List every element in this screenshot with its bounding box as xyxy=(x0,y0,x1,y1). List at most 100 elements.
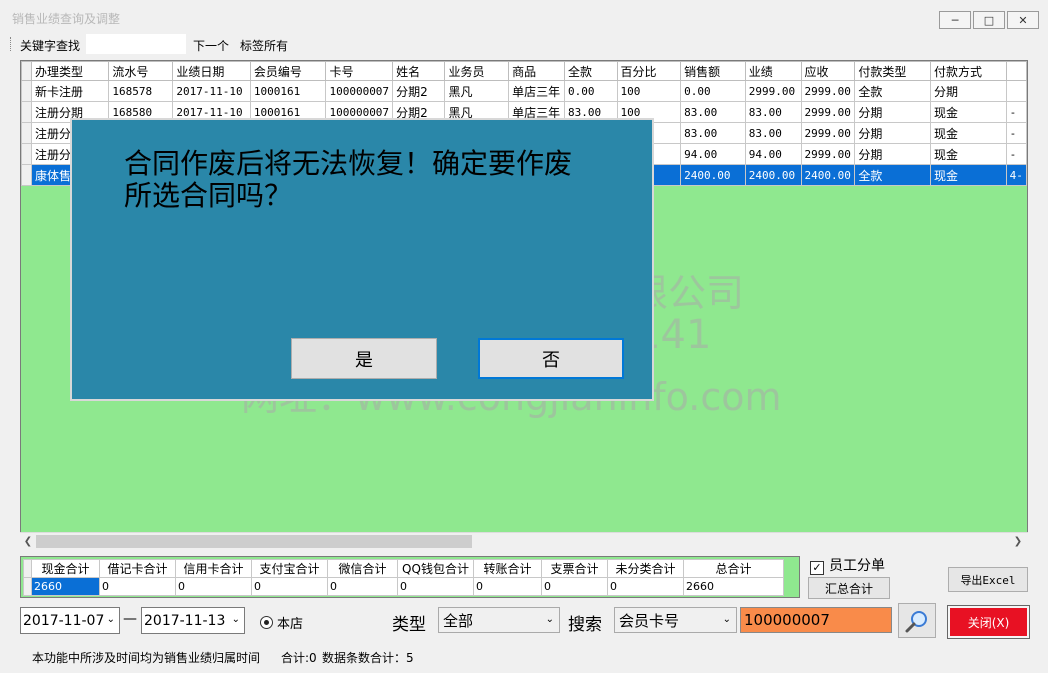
summary-cell[interactable]: 0 xyxy=(99,577,176,596)
close-button[interactable]: 关闭(X) xyxy=(947,605,1030,639)
table-cell[interactable]: 分期 xyxy=(854,122,932,144)
table-cell[interactable]: 2017-11-10 xyxy=(172,80,251,102)
confirm-dialog: 合同作废后将无法恢复！确定要作废所选合同吗？ 是 否 xyxy=(70,118,654,401)
date-to-value: 2017-11-13 xyxy=(144,612,226,629)
table-cell[interactable]: 4- xyxy=(1005,164,1028,186)
summary-cell[interactable]: 0 xyxy=(541,577,608,596)
toolbar-grip[interactable] xyxy=(10,37,12,51)
table-cell[interactable]: 83.00 xyxy=(744,122,802,144)
date-from-picker[interactable]: 2017-11-07 ⌄ xyxy=(20,607,120,634)
column-header[interactable]: 业绩 xyxy=(744,61,802,81)
keyword-input[interactable] xyxy=(86,34,186,54)
yes-button[interactable]: 是 xyxy=(291,338,437,379)
column-header[interactable]: 姓名 xyxy=(392,61,446,81)
scroll-left-icon[interactable]: ❮ xyxy=(21,534,35,549)
summary-header: 借记卡合计 xyxy=(99,559,176,578)
store-radio[interactable]: 本店 xyxy=(260,613,303,632)
summary-cell[interactable]: 0 xyxy=(397,577,474,596)
scrollbar-thumb[interactable] xyxy=(36,535,472,548)
column-header[interactable]: 业务员 xyxy=(444,61,510,81)
table-cell[interactable]: - xyxy=(1005,101,1028,123)
column-header[interactable]: 应收 xyxy=(800,61,856,81)
table-cell[interactable]: 2999.00 xyxy=(800,122,856,144)
date-to-picker[interactable]: 2017-11-13 ⌄ xyxy=(141,607,245,634)
employee-split-checkbox[interactable]: ✓ 员工分单 xyxy=(810,555,885,575)
table-cell[interactable]: 分期 xyxy=(854,143,932,165)
table-cell[interactable]: 100000007 xyxy=(325,80,394,102)
table-cell[interactable]: 0.00 xyxy=(680,80,746,102)
table-cell[interactable]: 新卡注册 xyxy=(30,80,110,102)
table-cell[interactable]: 83.00 xyxy=(680,122,746,144)
table-cell[interactable]: 全款 xyxy=(854,80,932,102)
table-cell[interactable]: 现金 xyxy=(930,164,1007,186)
table-cell[interactable]: 100 xyxy=(616,80,682,102)
column-header[interactable]: 办理类型 xyxy=(30,61,110,81)
column-header[interactable]: 卡号 xyxy=(325,61,394,81)
column-header[interactable]: 付款方式 xyxy=(930,61,1007,81)
type-select[interactable]: 全部 ⌄ xyxy=(438,607,560,633)
table-cell[interactable]: 2999.00 xyxy=(800,143,856,165)
column-header[interactable]: 业绩日期 xyxy=(172,61,251,81)
table-cell[interactable]: 分期 xyxy=(930,80,1007,102)
summary-cell[interactable]: 0 xyxy=(175,577,252,596)
tag-all-button[interactable]: 标签所有 xyxy=(240,37,288,54)
minimize-button[interactable]: ─ xyxy=(939,11,971,29)
table-cell[interactable]: 1000161 xyxy=(249,80,327,102)
export-excel-button[interactable]: 导出Excel xyxy=(948,567,1028,592)
table-cell[interactable]: 分期2 xyxy=(392,80,446,102)
row-header[interactable] xyxy=(21,122,32,144)
table-cell[interactable]: 2400.00 xyxy=(744,164,802,186)
table-cell[interactable]: 94.00 xyxy=(744,143,802,165)
table-cell[interactable]: 现金 xyxy=(930,122,1007,144)
close-window-button[interactable]: ✕ xyxy=(1007,11,1039,29)
column-header[interactable]: 流水号 xyxy=(108,61,174,81)
table-cell[interactable]: 0.00 xyxy=(563,80,618,102)
next-button[interactable]: 下一个 xyxy=(193,37,229,54)
table-cell[interactable]: 168578 xyxy=(108,80,174,102)
table-cell[interactable]: - xyxy=(1005,122,1028,144)
summary-cell[interactable]: 0 xyxy=(607,577,684,596)
summary-row-header xyxy=(23,559,32,578)
table-cell[interactable]: 2400.00 xyxy=(800,164,856,186)
row-header[interactable] xyxy=(21,101,32,123)
scroll-right-icon[interactable]: ❯ xyxy=(1011,534,1025,549)
table-cell[interactable]: 黑凡 xyxy=(444,80,510,102)
column-header[interactable]: 百分比 xyxy=(616,61,682,81)
summary-cell[interactable]: 2660 xyxy=(683,577,784,596)
summary-cell[interactable]: 0 xyxy=(251,577,328,596)
table-cell[interactable]: 单店三年 xyxy=(508,80,565,102)
table-cell[interactable]: 2999.00 xyxy=(800,80,856,102)
no-button[interactable]: 否 xyxy=(478,338,624,379)
column-header[interactable]: 销售额 xyxy=(680,61,746,81)
horizontal-scrollbar[interactable]: ❮ ❯ xyxy=(20,532,1028,549)
table-cell[interactable]: 现金 xyxy=(930,101,1007,123)
table-cell[interactable]: 2999.00 xyxy=(744,80,802,102)
table-cell[interactable]: 2999.00 xyxy=(800,101,856,123)
row-header[interactable] xyxy=(21,80,32,102)
column-header[interactable]: 付款类型 xyxy=(854,61,932,81)
table-cell[interactable]: 分期 xyxy=(854,101,932,123)
table-cell[interactable]: 2400.00 xyxy=(680,164,746,186)
search-input[interactable]: 100000007 xyxy=(740,607,892,633)
row-header[interactable] xyxy=(21,143,32,165)
search-button[interactable] xyxy=(898,603,936,638)
table-cell[interactable]: 83.00 xyxy=(744,101,802,123)
table-cell[interactable] xyxy=(1005,80,1028,102)
maximize-button[interactable]: □ xyxy=(973,11,1005,29)
summary-cell[interactable]: 2660 xyxy=(31,577,100,596)
summary-button[interactable]: 汇总合计 xyxy=(808,577,890,599)
table-cell[interactable]: 现金 xyxy=(930,143,1007,165)
column-header[interactable]: 全款 xyxy=(563,61,618,81)
table-cell[interactable]: - xyxy=(1005,143,1028,165)
summary-grid[interactable]: 现金合计 借记卡合计 信用卡合计 支付宝合计 微信合计 QQ钱包合计 转账合计 支票合计 未分类… xyxy=(20,556,800,598)
row-header[interactable] xyxy=(21,164,32,186)
table-cell[interactable]: 83.00 xyxy=(680,101,746,123)
summary-cell[interactable]: 0 xyxy=(327,577,398,596)
column-header[interactable]: 商品 xyxy=(508,61,565,81)
table-cell[interactable]: 全款 xyxy=(854,164,932,186)
column-header[interactable]: 会员编号 xyxy=(249,61,327,81)
table-cell[interactable]: 94.00 xyxy=(680,143,746,165)
table-row[interactable]: 新卡注册 168578 2017-11-10 1000161 100000007 分期2 黑… xyxy=(21,80,1028,102)
summary-cell[interactable]: 0 xyxy=(473,577,542,596)
search-field-select[interactable]: 会员卡号 ⌄ xyxy=(614,607,737,633)
